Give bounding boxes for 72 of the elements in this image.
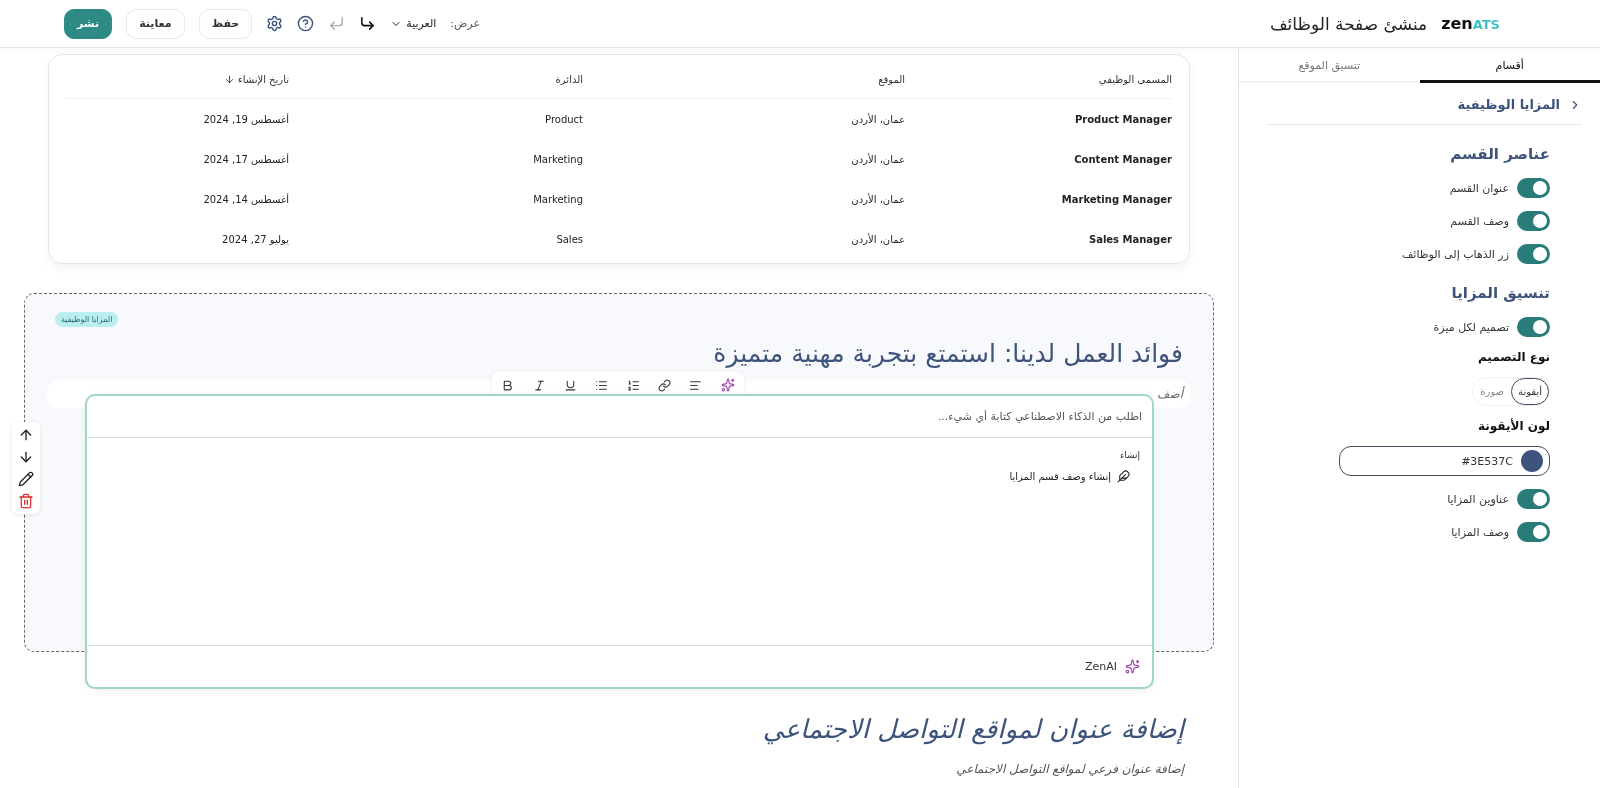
toggle-switch[interactable] <box>1517 317 1550 337</box>
breadcrumb: المزايا الوظيفية <box>1457 97 1560 112</box>
segment-option[interactable]: أيقونة <box>1511 378 1549 405</box>
field-label: نوع التصميم <box>1476 350 1550 364</box>
toggle-label: زر الذهاب إلى الوظائف <box>1401 247 1509 261</box>
table-cell-text: أغسطس 19, 2024 <box>202 113 289 125</box>
italic-icon[interactable] <box>532 378 546 392</box>
publish-button[interactable]: نشر <box>64 8 113 39</box>
table-cell-text: Marketing <box>532 193 583 205</box>
section-subtitle: إضافة عنوان فرعي لمواقع التواصل الاجتماعي <box>955 762 1184 776</box>
table-cell-text: عمان، الأردن <box>850 193 905 205</box>
group-heading: عناصر القسم <box>1449 145 1550 163</box>
toggle-label: عناوين المزايا <box>1447 492 1509 506</box>
sort-arrow-icon <box>224 74 235 85</box>
table-cell-text: يوليو 27, 2024 <box>221 233 289 245</box>
sparkle-icon <box>1125 659 1140 674</box>
table-cell-text: Sales Manager <box>1087 233 1172 245</box>
feather-icon <box>1117 470 1130 483</box>
toggle-label: عنوان القسم <box>1449 181 1509 195</box>
toggle-switch[interactable] <box>1517 244 1550 264</box>
section-tag: المزايا الوظيفية <box>55 312 119 327</box>
table-cell-text: عمان، الأردن <box>850 153 905 165</box>
column-header[interactable]: المسمى الوظيفي <box>905 74 1172 85</box>
logo: zenATS <box>1441 14 1500 33</box>
toggle-switch[interactable] <box>1517 211 1550 231</box>
language-select[interactable]: العربية <box>390 17 437 30</box>
table-cell-text: Marketing <box>532 153 583 165</box>
group-label: إنشاء <box>1119 450 1140 460</box>
toggle-label: وصف المزايا <box>1451 525 1509 539</box>
sparkle-icon[interactable] <box>720 378 735 392</box>
table-cell-text: Content Manager <box>1073 153 1172 165</box>
pencil-icon[interactable] <box>18 471 34 487</box>
table-cell-text: أغسطس 17, 2024 <box>202 153 289 165</box>
help-icon[interactable] <box>297 15 315 32</box>
app-title: منشئ صفحة الوظائف <box>1269 13 1428 34</box>
settings-icon[interactable] <box>266 15 284 32</box>
column-header[interactable]: الموقع <box>583 74 905 85</box>
column-header[interactable]: الدائرة <box>289 74 583 85</box>
color-field[interactable]: #3E537C <box>1339 446 1550 476</box>
toggle-label: تصميم لكل ميزة <box>1433 320 1509 334</box>
table-cell-text: Marketing Manager <box>1060 193 1172 205</box>
bold-icon[interactable] <box>501 378 515 392</box>
underline-icon[interactable] <box>563 378 577 392</box>
header-button[interactable]: معاينة <box>126 8 185 39</box>
group-heading: تنسيق المزايا <box>1450 284 1550 302</box>
bullet-list-icon[interactable] <box>595 378 609 392</box>
toggle-label: وصف القسم <box>1450 214 1509 228</box>
table-cell-text: Product <box>544 113 583 125</box>
toggle-switch[interactable] <box>1517 489 1550 509</box>
table-cell-text: أغسطس 14, 2024 <box>202 193 289 205</box>
move-down-icon[interactable] <box>18 449 34 465</box>
toggle-switch[interactable] <box>1517 522 1550 542</box>
table-cell-text: عمان، الأردن <box>850 113 905 125</box>
toggle-switch[interactable] <box>1517 178 1550 198</box>
redo-icon[interactable] <box>359 15 377 32</box>
table-cell-text: عمان، الأردن <box>850 233 905 245</box>
sidebar-tab[interactable]: أقسام <box>1419 50 1600 83</box>
align-icon[interactable] <box>689 378 703 392</box>
table-cell-text: Product Manager <box>1073 113 1172 125</box>
ai-brand: ZenAI <box>1084 660 1117 673</box>
column-header[interactable]: تاريخ الإنشاء <box>66 74 289 85</box>
sidebar-tab[interactable]: تنسيق الموقع <box>1239 50 1420 83</box>
view-label: عرض: <box>450 17 480 30</box>
table-cell-text: Sales <box>555 233 583 245</box>
numbered-list-icon[interactable] <box>626 378 640 392</box>
section-title: فوائد العمل لدينا: استمتع بتجربة مهنية متميزة <box>712 339 1183 368</box>
suggestion-item[interactable]: إنشاء وصف قسم المزايا <box>99 470 1140 483</box>
trash-icon[interactable] <box>18 493 34 509</box>
move-up-icon[interactable] <box>18 427 34 443</box>
link-icon[interactable] <box>658 378 672 392</box>
header-button[interactable]: حفظ <box>198 8 253 39</box>
field-label: لون الأيقونة <box>1477 419 1550 433</box>
